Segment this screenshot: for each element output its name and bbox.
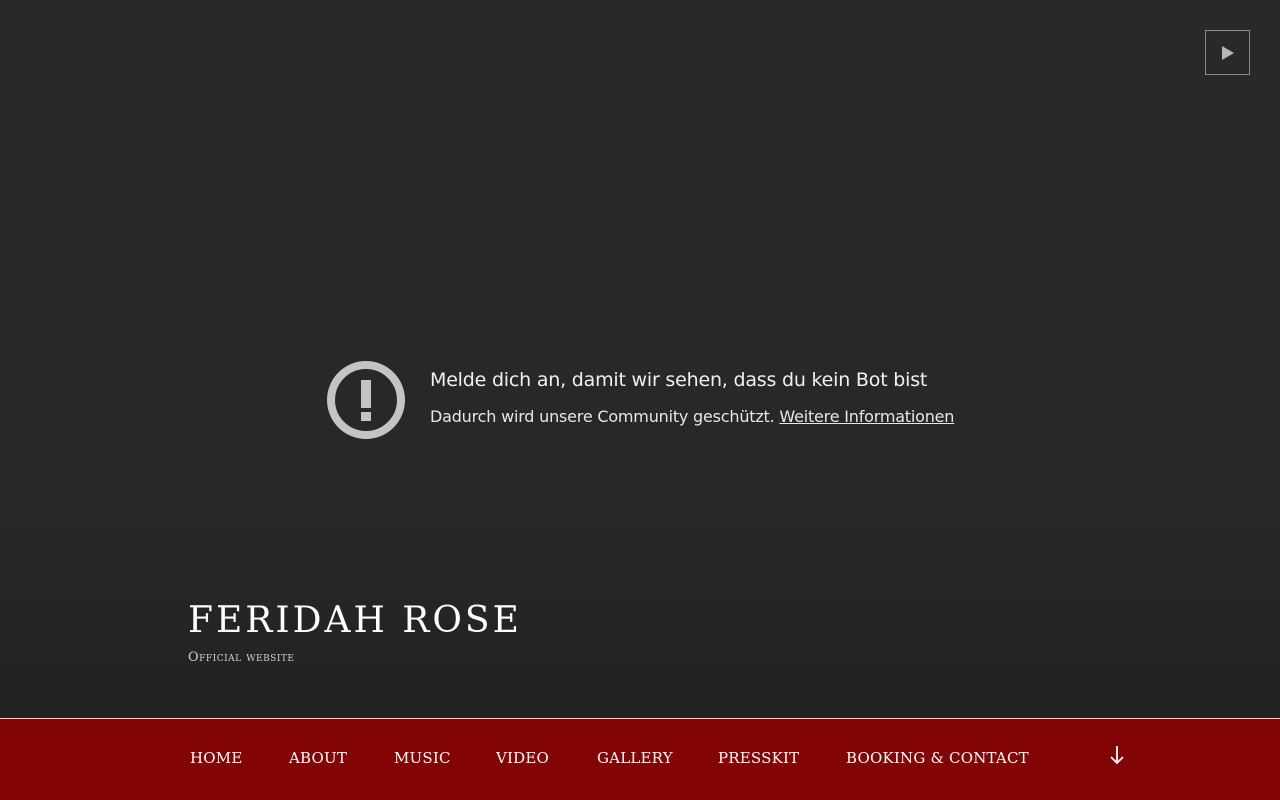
video-hero: Melde dich an, damit wir sehen, dass du … xyxy=(0,0,1280,718)
site-subtitle: Official website xyxy=(188,650,295,665)
nav-item-about[interactable]: ABOUT xyxy=(289,749,347,767)
arrow-down-icon[interactable] xyxy=(1106,743,1128,769)
play-button[interactable] xyxy=(1205,30,1250,75)
nav-item-gallery[interactable]: GALLERY xyxy=(597,749,673,767)
main-navigation: HOME ABOUT MUSIC VIDEO GALLERY PRESSKIT … xyxy=(0,719,1280,800)
alert-circle-icon xyxy=(327,361,405,439)
notice-message: Dadurch wird unsere Community geschützt. xyxy=(430,407,775,426)
more-info-link[interactable]: Weitere Informationen xyxy=(779,407,954,426)
site-title: FERIDAH ROSE xyxy=(188,600,522,641)
nav-item-presskit[interactable]: PRESSKIT xyxy=(718,749,799,767)
nav-item-music[interactable]: MUSIC xyxy=(394,749,451,767)
nav-item-home[interactable]: HOME xyxy=(190,749,243,767)
notice-text: Dadurch wird unsere Community geschützt.… xyxy=(430,407,954,426)
notice-title: Melde dich an, damit wir sehen, dass du … xyxy=(430,369,928,391)
nav-item-booking-contact[interactable]: BOOKING & CONTACT xyxy=(846,749,1029,767)
play-icon xyxy=(1221,45,1234,60)
bot-check-notice: Melde dich an, damit wir sehen, dass du … xyxy=(326,360,1026,440)
nav-item-video[interactable]: VIDEO xyxy=(496,749,549,767)
